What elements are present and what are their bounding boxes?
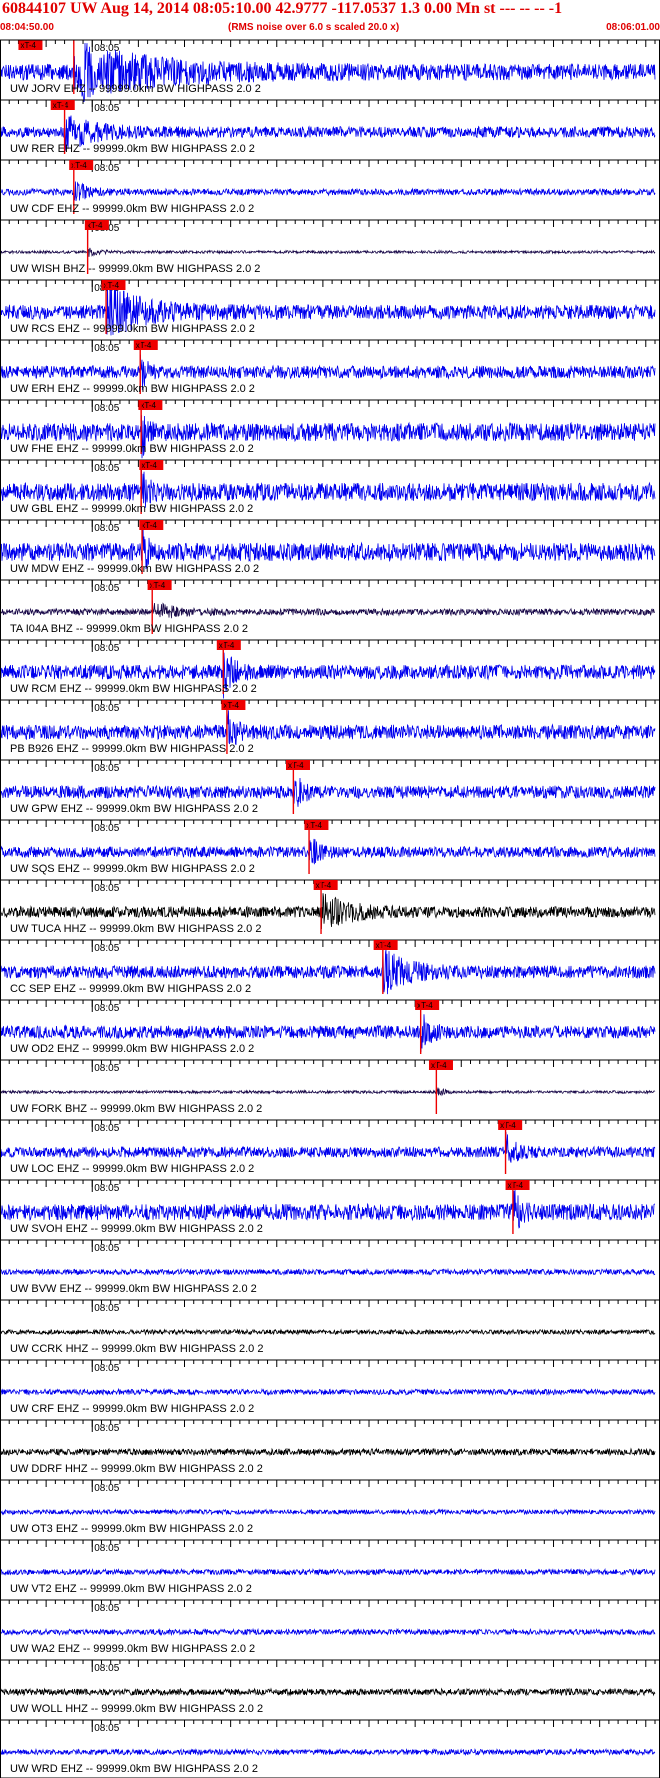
station-label: UW CCRK HHZ -- 99999.0km BW HIGHPASS 2.0… xyxy=(10,1343,263,1355)
minute-label: 08:05 xyxy=(94,1063,119,1074)
minute-label: 08:05 xyxy=(94,163,119,174)
minute-label: 08:05 xyxy=(94,523,119,534)
station-label: UW GBL EHZ -- 99999.0km BW HIGHPASS 2.0 … xyxy=(10,503,253,515)
waveform-trace xyxy=(0,838,656,865)
minute-label: 08:05 xyxy=(94,1723,119,1734)
waveform-trace xyxy=(0,1447,656,1457)
start-time: 08:04:50.00 xyxy=(0,22,54,33)
station-label: UW RER EHZ -- 99999.0km BW HIGHPASS 2.0 … xyxy=(10,143,255,155)
waveform-trace xyxy=(0,600,655,619)
pick-label: xT-4 xyxy=(376,941,392,950)
station-label: UW SQS EHZ -- 99999.0km BW HIGHPASS 2.0 … xyxy=(10,863,255,875)
waveform-trace xyxy=(0,1627,656,1637)
pick-label: xT-4 xyxy=(140,401,156,410)
waveform-trace xyxy=(0,1188,656,1229)
waveform-trace xyxy=(0,1087,656,1097)
station-label: UW GPW EHZ -- 99999.0km BW HIGHPASS 2.0 … xyxy=(10,803,258,815)
pick-label: xT-4 xyxy=(53,101,69,110)
station-label: UW LOC EHZ -- 99999.0km BW HIGHPASS 2.0 … xyxy=(10,1163,254,1175)
station-label: UW SVOH EHZ -- 99999.0km BW HIGHPASS 2.0… xyxy=(10,1223,263,1235)
minute-label: 08:05 xyxy=(94,1123,119,1134)
station-label: UW FHE EHZ -- 99999.0km BW HIGHPASS 2.0 … xyxy=(10,443,254,455)
station-label: UW VT2 EHZ -- 99999.0km BW HIGHPASS 2.0 … xyxy=(10,1583,252,1595)
pick-label: xT-4 xyxy=(223,701,239,710)
minute-label: 08:05 xyxy=(94,763,119,774)
pick-label: xT-4 xyxy=(141,521,157,530)
station-label: UW WISH BHZ -- 99999.0km BW HIGHPASS 2.0… xyxy=(10,263,260,275)
minute-label: 08:05 xyxy=(94,943,119,954)
waveform-trace xyxy=(0,1687,656,1697)
pick-label: xT-4 xyxy=(288,761,304,770)
station-label: UW OT3 EHZ -- 99999.0km BW HIGHPASS 2.0 … xyxy=(10,1523,253,1535)
pick-label: xT-4 xyxy=(417,1001,433,1010)
waveform-trace xyxy=(0,1387,656,1397)
waveform-trace xyxy=(0,247,656,257)
minute-label: 08:05 xyxy=(94,103,119,114)
waveform-trace xyxy=(0,1267,656,1277)
waveform-trace xyxy=(0,1747,656,1757)
minute-label: 08:05 xyxy=(94,1003,119,1014)
seismogram-plot: 08:05 xT-4 UW JORV EHZ -- 99999.0km BW HIG… xyxy=(0,39,660,1778)
pick-label: xT-4 xyxy=(431,1061,447,1070)
station-label: UW WOLL HHZ -- 99999.0km BW HIGHPASS 2.0… xyxy=(10,1703,263,1715)
minute-label: 08:05 xyxy=(94,1243,119,1254)
station-label: UW CRF EHZ -- 99999.0km BW HIGHPASS 2.0 … xyxy=(10,1403,254,1415)
minute-label: 08:05 xyxy=(94,583,119,594)
waveform-trace xyxy=(0,1328,656,1336)
minute-label: 08:05 xyxy=(94,403,119,414)
pick-label: xT-4 xyxy=(500,1121,516,1130)
waveform-trace xyxy=(0,710,656,746)
pick-label: xT-4 xyxy=(219,641,235,650)
station-label: UW CDF EHZ -- 99999.0km BW HIGHPASS 2.0 … xyxy=(10,203,254,215)
waveform-trace xyxy=(0,1132,656,1163)
station-label: UW DDRF HHZ -- 99999.0km BW HIGHPASS 2.0… xyxy=(10,1463,263,1475)
minute-label: 08:05 xyxy=(94,1423,119,1434)
pick-label: xT-4 xyxy=(316,881,332,890)
station-label: CC SEP EHZ -- 99999.0km BW HIGHPASS 2.0 … xyxy=(10,983,251,995)
station-label: PB B926 EHZ -- 99999.0km BW HIGHPASS 2.0… xyxy=(10,743,254,755)
plot-header: 60844107 UW Aug 14, 2014 08:05:10.00 42.… xyxy=(0,0,660,38)
station-label: UW BVW EHZ -- 99999.0km BW HIGHPASS 2.0 … xyxy=(10,1283,257,1295)
station-label: UW FORK BHZ -- 99999.0km BW HIGHPASS 2.0… xyxy=(10,1103,262,1115)
station-label: UW WRD EHZ -- 99999.0km BW HIGHPASS 2.0 … xyxy=(10,1763,258,1775)
minute-label: 08:05 xyxy=(94,1543,119,1554)
station-label: UW WA2 EHZ -- 99999.0km BW HIGHPASS 2.0 … xyxy=(10,1643,255,1655)
pick-label: xT-4 xyxy=(508,1181,524,1190)
station-label: UW MDW EHZ -- 99999.0km BW HIGHPASS 2.0 … xyxy=(10,563,259,575)
minute-label: 08:05 xyxy=(94,1603,119,1614)
station-label: UW RCM EHZ -- 99999.0km BW HIGHPASS 2.0 … xyxy=(10,683,257,695)
pick-label: xT-4 xyxy=(141,461,157,470)
minute-label: 08:05 xyxy=(94,1363,119,1374)
station-label: UW ERH EHZ -- 99999.0km BW HIGHPASS 2.0 … xyxy=(10,383,255,395)
station-label: TA I04A BHZ -- 99999.0km BW HIGHPASS 2.0… xyxy=(10,623,248,635)
minute-label: 08:05 xyxy=(94,1303,119,1314)
minute-label: 08:05 xyxy=(94,1183,119,1194)
minute-label: 08:05 xyxy=(94,1663,119,1674)
event-title: 60844107 UW Aug 14, 2014 08:05:10.00 42.… xyxy=(2,0,563,17)
pick-label: xT-4 xyxy=(136,341,152,350)
station-label: UW RCS EHZ -- 99999.0km BW HIGHPASS 2.0 … xyxy=(10,323,255,335)
station-label: UW JORV EHZ -- 99999.0km BW HIGHPASS 2.0… xyxy=(10,83,261,95)
waveform-trace xyxy=(0,1508,656,1516)
station-label: UW TUCA HHZ -- 99999.0km BW HIGHPASS 2.0… xyxy=(10,923,261,935)
minute-label: 08:05 xyxy=(94,1483,119,1494)
end-time: 08:06:01.00 xyxy=(606,22,660,33)
minute-label: 08:05 xyxy=(94,703,119,714)
waveform-trace xyxy=(0,181,656,202)
waveform-trace xyxy=(0,1567,656,1577)
pick-label: xT-4 xyxy=(87,221,103,230)
minute-label: 08:05 xyxy=(94,643,119,654)
minute-label: 08:05 xyxy=(94,343,119,354)
minute-label: 08:05 xyxy=(94,463,119,474)
scaling-note: (RMS noise over 6.0 s scaled 20.0 x) xyxy=(228,22,400,33)
station-label: UW OD2 EHZ -- 99999.0km BW HIGHPASS 2.0 … xyxy=(10,1043,254,1055)
minute-label: 08:05 xyxy=(94,883,119,894)
pick-label: xT-4 xyxy=(20,41,36,50)
minute-label: 08:05 xyxy=(94,823,119,834)
